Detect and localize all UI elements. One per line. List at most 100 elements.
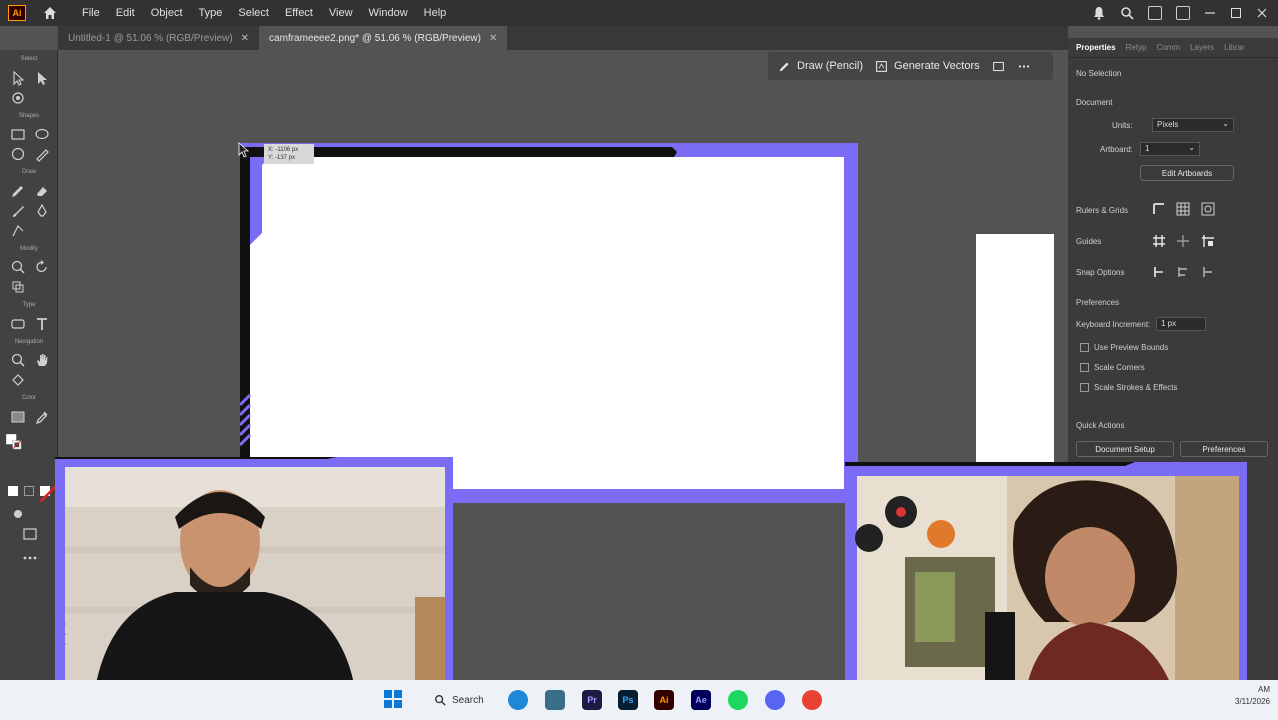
tab-libraries[interactable]: Librar xyxy=(1224,43,1244,52)
smart-guides-icon[interactable] xyxy=(1176,234,1190,248)
shaper-tool-icon[interactable] xyxy=(10,146,26,162)
menu-help[interactable]: Help xyxy=(416,0,455,26)
gradient-tool-icon[interactable] xyxy=(10,409,26,425)
color-mode-icon[interactable] xyxy=(8,486,18,496)
screen-mode-icon[interactable] xyxy=(22,526,38,542)
clock-time: AM xyxy=(1258,685,1270,694)
blend-tool-icon[interactable] xyxy=(10,316,26,332)
menu-select[interactable]: Select xyxy=(230,0,277,26)
curvature-tool-icon[interactable] xyxy=(10,223,26,239)
close-tab-icon[interactable]: ✕ xyxy=(489,33,497,44)
spotify-icon[interactable] xyxy=(728,690,748,710)
close-tab-icon[interactable]: ✕ xyxy=(241,33,249,44)
notifications-icon[interactable] xyxy=(1092,6,1106,20)
edit-toolbar-icon[interactable] xyxy=(22,550,38,566)
type-tool-icon[interactable] xyxy=(34,316,50,332)
search-icon[interactable] xyxy=(1120,6,1134,20)
artboard-camera-frame[interactable] xyxy=(238,141,858,503)
draw-pencil-button[interactable]: Draw (Pencil) xyxy=(778,60,863,73)
edge-icon[interactable] xyxy=(508,690,528,710)
tab-layers[interactable]: Layers xyxy=(1190,43,1214,52)
use-preview-bounds-checkbox[interactable]: Use Preview Bounds xyxy=(1080,343,1168,352)
scale-strokes-effects-checkbox[interactable]: Scale Strokes & Effects xyxy=(1080,383,1177,392)
menu-edit[interactable]: Edit xyxy=(108,0,143,26)
rulers-icon[interactable] xyxy=(1152,202,1166,216)
chrome-icon[interactable] xyxy=(802,690,822,710)
edit-artboards-button[interactable]: Edit Artboards xyxy=(1140,165,1234,181)
blob-brush-tool-icon[interactable] xyxy=(34,146,50,162)
draw-normal-icon[interactable] xyxy=(10,506,26,522)
symbol-sprayer-tool-icon[interactable] xyxy=(10,279,26,295)
tab-comments[interactable]: Comm xyxy=(1156,43,1180,52)
pen-tool-icon[interactable] xyxy=(34,203,50,219)
hand-tool-icon[interactable] xyxy=(34,352,50,368)
workspace-switcher-icon[interactable] xyxy=(1148,6,1162,20)
generate-vectors-button[interactable]: Generate Vectors xyxy=(875,60,980,73)
keyboard-increment-value: 1 px xyxy=(1161,319,1177,328)
zoom-tool-icon[interactable] xyxy=(10,352,26,368)
rectangle-tool-icon[interactable] xyxy=(10,126,26,142)
none-mode-icon[interactable] xyxy=(39,485,57,503)
pencil-tool-icon[interactable] xyxy=(10,183,26,199)
more-options-icon[interactable] xyxy=(1017,60,1031,73)
tab-retype[interactable]: Retyp xyxy=(1126,43,1147,52)
scale-corners-checkbox[interactable]: Scale Corners xyxy=(1080,363,1145,372)
grid-icon[interactable] xyxy=(1176,202,1190,216)
scale-tool-icon[interactable] xyxy=(10,259,26,275)
artboard-select[interactable]: 1 ⌄ xyxy=(1140,142,1200,156)
magic-wand-tool-icon[interactable] xyxy=(10,90,26,106)
main-menu: File Edit Object Type Select Effect View… xyxy=(74,0,454,26)
taskbar-clock[interactable]: AM 3/11/2026 xyxy=(1235,684,1270,708)
arrange-documents-icon[interactable] xyxy=(1176,6,1190,20)
snap-to-grid-icon[interactable] xyxy=(1176,265,1190,279)
windows-start-icon[interactable] xyxy=(384,690,402,708)
snap-options-label: Snap Options xyxy=(1076,268,1125,277)
selection-tool-icon[interactable] xyxy=(10,70,26,86)
snap-to-pixel-icon[interactable] xyxy=(1201,265,1215,279)
gradient-mode-icon[interactable] xyxy=(24,486,34,496)
illustrator-icon[interactable]: Ai xyxy=(654,690,674,710)
snap-to-point-icon[interactable] xyxy=(1152,265,1166,279)
taskbar-options-icon[interactable] xyxy=(992,60,1005,73)
search-label: Search xyxy=(452,694,484,706)
paintbrush-tool-icon[interactable] xyxy=(10,203,26,219)
file-explorer-icon[interactable] xyxy=(545,690,565,710)
keyboard-increment-field[interactable]: 1 px xyxy=(1156,317,1206,331)
search-icon xyxy=(435,695,446,706)
menu-effect[interactable]: Effect xyxy=(277,0,321,26)
premiere-icon[interactable]: Pr xyxy=(582,690,602,710)
close-icon[interactable] xyxy=(1256,7,1268,19)
preferences-button[interactable]: Preferences xyxy=(1180,441,1268,457)
print-tiling-tool-icon[interactable] xyxy=(10,372,26,388)
ellipse-tool-icon[interactable] xyxy=(34,126,50,142)
menu-window[interactable]: Window xyxy=(361,0,416,26)
eraser-tool-icon[interactable] xyxy=(34,183,50,199)
tab-camframe[interactable]: camframeeee2.png* @ 51.06 % (RGB/Preview… xyxy=(259,26,508,50)
photoshop-icon[interactable]: Ps xyxy=(618,690,638,710)
menu-type[interactable]: Type xyxy=(191,0,231,26)
minimize-icon[interactable] xyxy=(1204,7,1216,19)
units-select[interactable]: Pixels ⌄ xyxy=(1152,118,1234,132)
tab-properties[interactable]: Properties xyxy=(1076,43,1116,52)
after-effects-icon[interactable]: Ae xyxy=(691,690,711,710)
menu-object[interactable]: Object xyxy=(143,0,191,26)
transparency-grid-icon[interactable] xyxy=(1201,202,1215,216)
lock-guides-icon[interactable] xyxy=(1201,234,1215,248)
quick-actions-heading: Quick Actions xyxy=(1076,421,1125,430)
home-icon[interactable] xyxy=(42,5,58,21)
rotate-tool-icon[interactable] xyxy=(34,259,50,275)
artboard-secondary[interactable] xyxy=(976,234,1054,466)
menu-view[interactable]: View xyxy=(321,0,361,26)
tooltip-x: X: -1106 px xyxy=(268,147,299,153)
fill-stroke-swatch[interactable] xyxy=(5,433,36,464)
direct-selection-tool-icon[interactable] xyxy=(34,70,50,86)
taskbar-search[interactable]: Search xyxy=(434,690,504,710)
no-selection-label: No Selection xyxy=(1076,69,1122,78)
eyedropper-tool-icon[interactable] xyxy=(34,409,50,425)
tab-untitled-1[interactable]: Untitled-1 @ 51.06 % (RGB/Preview) ✕ xyxy=(58,26,259,50)
discord-icon[interactable] xyxy=(765,690,785,710)
document-setup-button[interactable]: Document Setup xyxy=(1076,441,1174,457)
show-guides-icon[interactable] xyxy=(1152,234,1166,248)
menu-file[interactable]: File xyxy=(74,0,108,26)
maximize-icon[interactable] xyxy=(1230,7,1242,19)
